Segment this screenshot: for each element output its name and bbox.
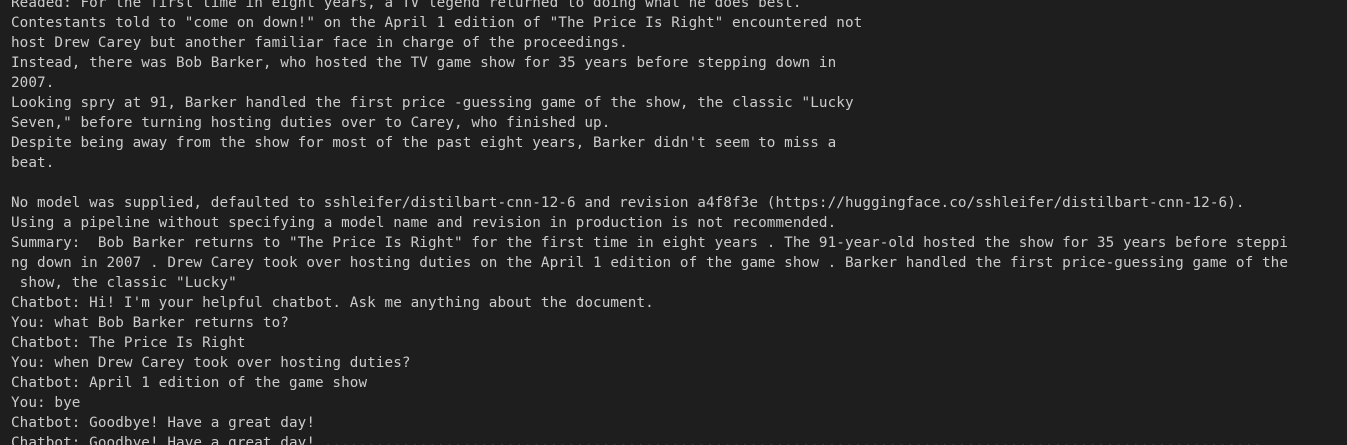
partially-visible-line: Chatbot: Goodbye! Have a great day! ....… bbox=[11, 435, 1262, 445]
output-line: Contestants told to "come on down!" on t… bbox=[11, 15, 863, 31]
chatbot-line: Chatbot: The Price Is Right bbox=[11, 335, 246, 351]
terminal-output: Readed: For the first time in eight year… bbox=[11, 0, 1347, 433]
output-line: No model was supplied, defaulted to sshl… bbox=[11, 195, 1245, 211]
output-line: Using a pipeline without specifying a mo… bbox=[11, 215, 837, 231]
output-line-blank bbox=[11, 173, 1347, 193]
terminal-window[interactable]: ' Readed: For the first time in eight ye… bbox=[0, 0, 1347, 445]
output-line: host Drew Carey but another familiar fac… bbox=[11, 35, 628, 51]
output-line: Readed: For the first time in eight year… bbox=[11, 0, 802, 11]
output-line: 2007. bbox=[11, 75, 55, 91]
summary-line: Summary: Bob Barker returns to "The Pric… bbox=[11, 235, 1289, 251]
output-line: Despite being away from the show for mos… bbox=[11, 135, 837, 151]
user-line: You: when Drew Carey took over hosting d… bbox=[11, 355, 411, 371]
output-line: Looking spry at 91, Barker handled the f… bbox=[11, 95, 854, 111]
summary-line: show, the classic "Lucky" bbox=[11, 275, 237, 291]
chatbot-line: Chatbot: April 1 edition of the game sho… bbox=[11, 375, 368, 391]
chatbot-line: Chatbot: Goodbye! Have a great day! bbox=[11, 415, 316, 431]
output-line: Seven," before turning hosting duties ov… bbox=[11, 115, 611, 131]
user-line: You: bye bbox=[11, 395, 81, 411]
summary-line: ng down in 2007 . Drew Carey took over h… bbox=[11, 255, 1289, 271]
output-line: Instead, there was Bob Barker, who hoste… bbox=[11, 55, 837, 71]
chatbot-line: Chatbot: Hi! I'm your helpful chatbot. A… bbox=[11, 295, 654, 311]
output-line: beat. bbox=[11, 155, 55, 171]
user-line: You: what Bob Barker returns to? bbox=[11, 315, 289, 331]
